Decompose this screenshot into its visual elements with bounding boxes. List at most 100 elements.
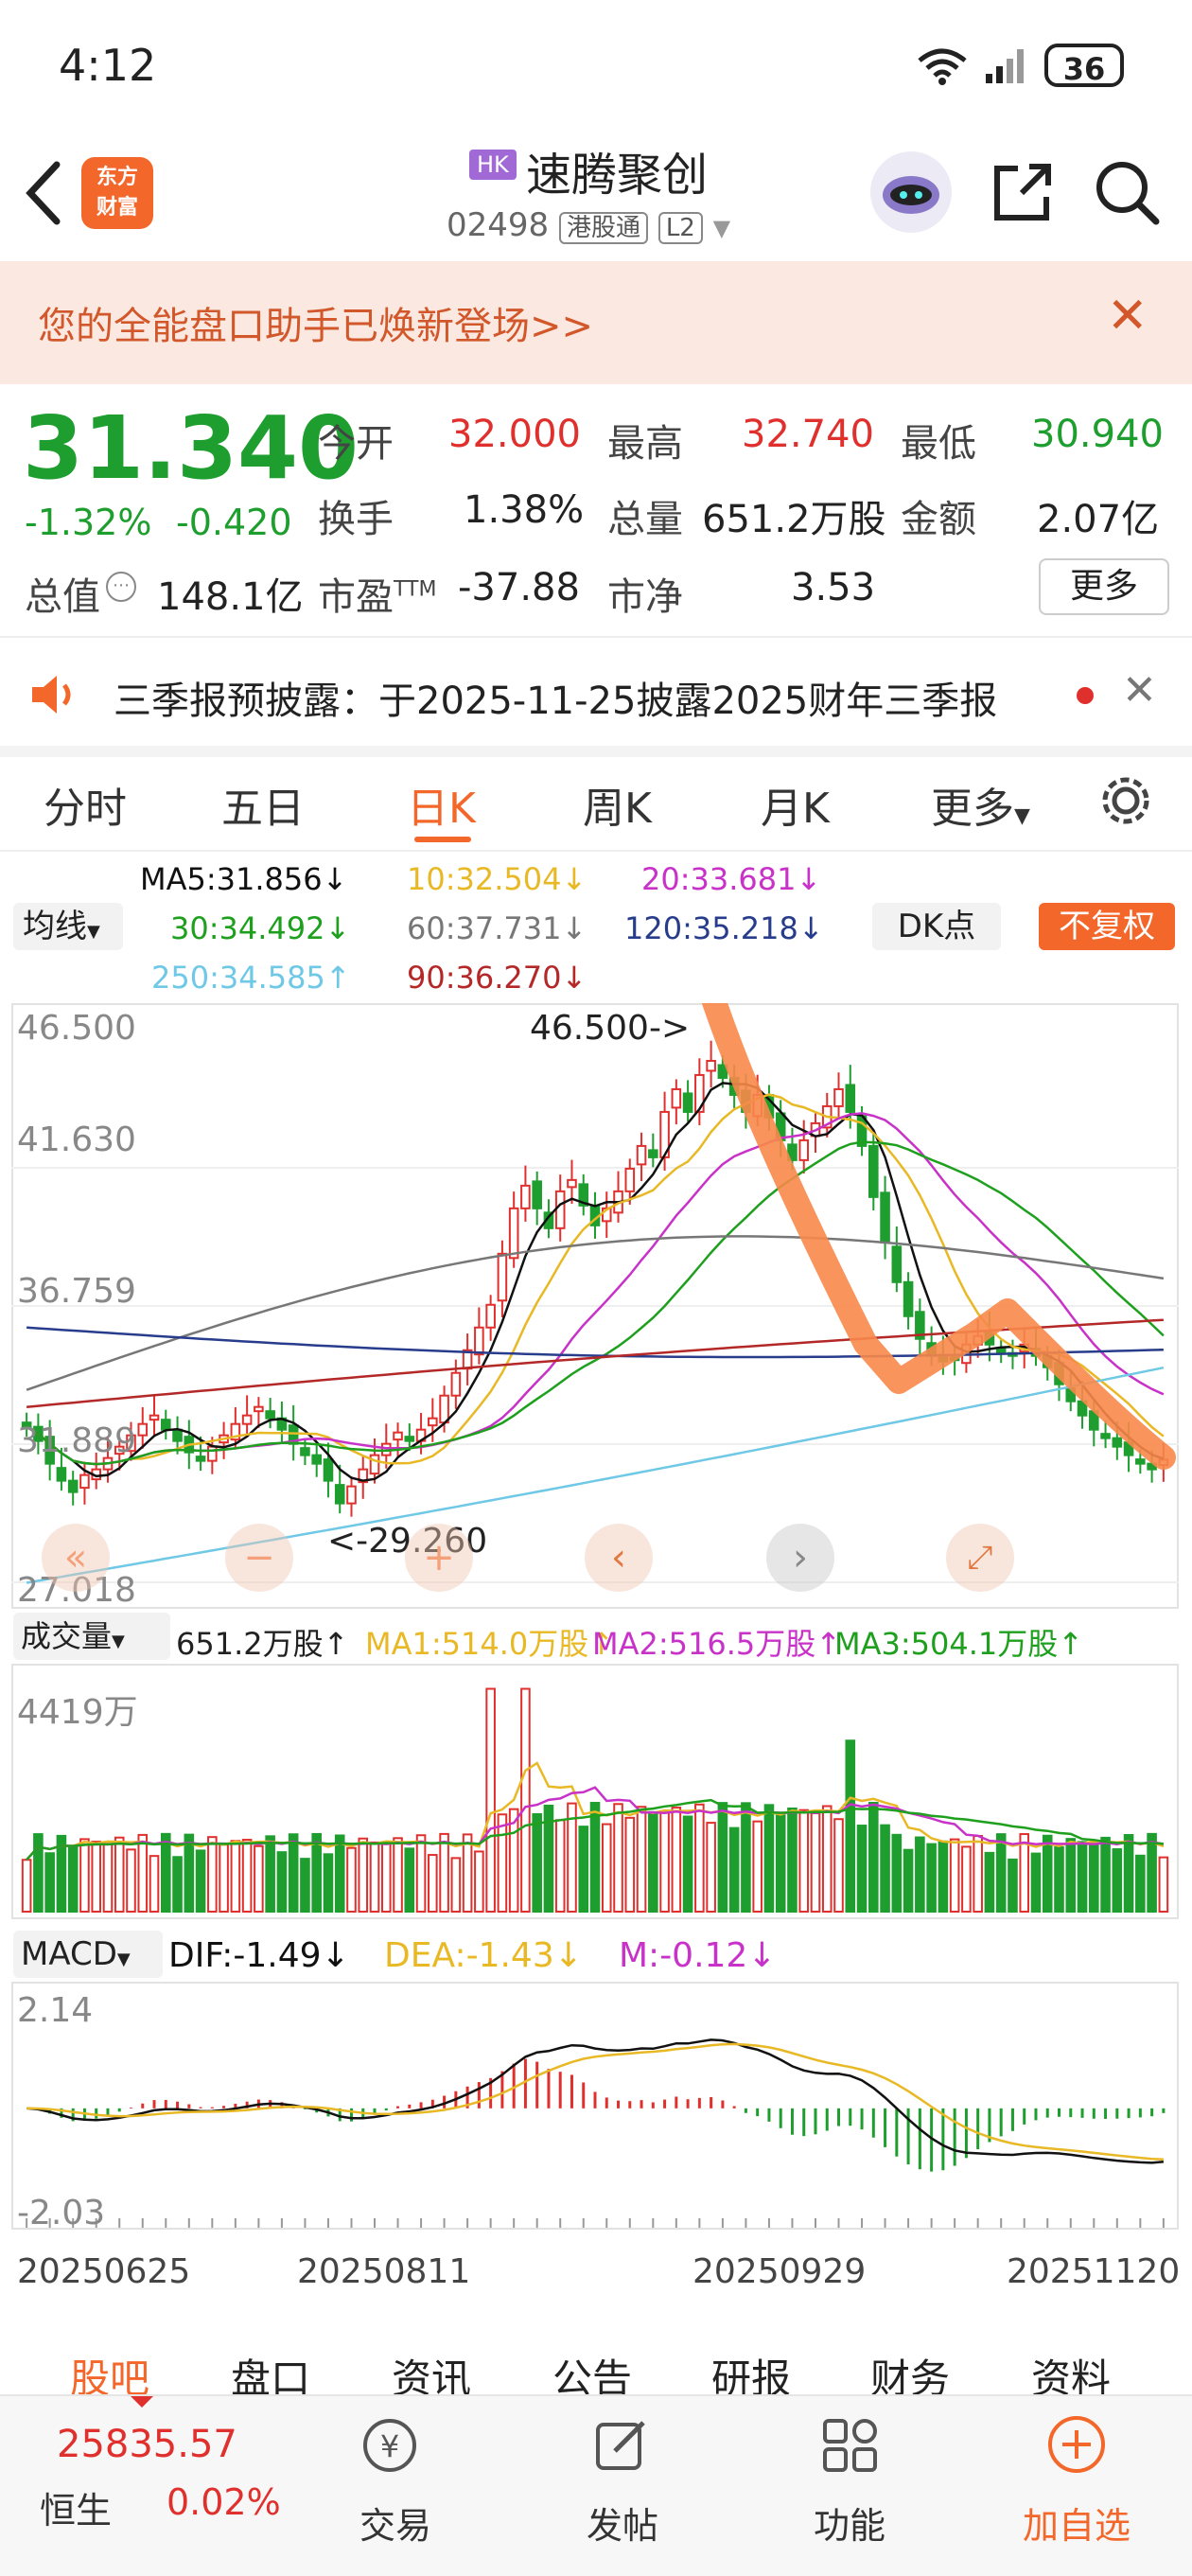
dea-legend: DEA:-1.43↓	[384, 1936, 583, 1975]
candle-body	[67, 1479, 79, 1493]
post-icon[interactable]	[590, 2415, 657, 2476]
volume-selector[interactable]: 成交量▼	[13, 1613, 170, 1660]
macd-svg[interactable]	[11, 1982, 1179, 2230]
volume-bar	[1008, 1858, 1018, 1913]
candle-body	[798, 1138, 810, 1161]
mcap-value: 148.1亿	[157, 575, 304, 619]
more-button[interactable]: 更多	[1039, 558, 1169, 615]
assistant-avatar[interactable]	[870, 151, 952, 233]
candle-body	[682, 1092, 693, 1113]
index-value[interactable]: 25835.57	[57, 2423, 237, 2466]
volume-bar	[728, 1826, 740, 1914]
volume-bar	[79, 1838, 90, 1913]
volume-bar	[358, 1837, 369, 1914]
volume-bar	[961, 1845, 972, 1913]
gear-icon[interactable]	[1097, 772, 1154, 829]
volume-bar	[1158, 1856, 1169, 1914]
scroll-right-icon[interactable]: ›	[766, 1524, 834, 1592]
sub-tab-bar: 股吧 盘口 资讯 公告 研报 财务 资料	[0, 2320, 1192, 2402]
share-icon[interactable]	[990, 159, 1056, 225]
promo-banner[interactable]: 您的全能盘口助手已焕新登场>> ✕	[0, 261, 1192, 384]
volume-bar	[33, 1833, 44, 1913]
last-price: 31.340	[23, 397, 359, 499]
ma5-legend: MA5:31.856↓	[140, 861, 348, 897]
volume-bar	[44, 1852, 55, 1914]
volume-label: 总量	[607, 498, 683, 541]
date-label: 20250625	[17, 2252, 191, 2291]
macd-chart[interactable]	[11, 1982, 1179, 2230]
fullscreen-icon[interactable]: ⤢	[946, 1524, 1014, 1592]
macd-selector[interactable]: MACD▼	[13, 1931, 163, 1978]
search-icon[interactable]	[1094, 159, 1162, 227]
candle-body	[474, 1326, 484, 1356]
post-label[interactable]: 发帖	[547, 2497, 698, 2549]
volume-bar	[195, 1849, 206, 1913]
info-icon[interactable]: ⋯	[106, 572, 136, 602]
candle-body	[323, 1458, 334, 1482]
add-watchlist-icon[interactable]	[1044, 2413, 1111, 2476]
low-label: 最低	[901, 422, 976, 466]
candle-body	[508, 1207, 519, 1260]
volume-bar	[532, 1812, 542, 1913]
tab-weekly-k[interactable]: 周K	[583, 774, 652, 835]
dk-point-button[interactable]: DK点	[872, 903, 1001, 950]
y-tick: 31.889	[17, 1421, 136, 1460]
volume-bar	[393, 1837, 403, 1913]
zoom-in-icon[interactable]: +	[405, 1524, 473, 1592]
candle-body	[241, 1414, 253, 1425]
kline-svg[interactable]	[11, 929, 1179, 1609]
volume-bar	[648, 1810, 658, 1913]
volume-bar	[601, 1823, 612, 1913]
notice-close-icon[interactable]: ✕	[1122, 666, 1157, 715]
back-arrow-icon[interactable]	[23, 159, 64, 227]
volume-bar	[903, 1848, 914, 1913]
m-legend: M:-0.12↓	[619, 1936, 777, 1975]
notice-text: 三季报预披露：于2025-11-25披露2025财年三季报	[114, 679, 998, 723]
y-tick: 41.630	[17, 1120, 136, 1159]
notice-bar[interactable]: 三季报预披露：于2025-11-25披露2025财年三季报 ✕	[0, 642, 1192, 748]
index-change[interactable]: 0.02%	[167, 2481, 281, 2523]
tab-intraday[interactable]: 分时	[44, 774, 127, 835]
candle-body	[137, 1422, 149, 1437]
volume-bar	[671, 1807, 682, 1914]
trade-label[interactable]: 交易	[320, 2497, 471, 2549]
volume-bar	[1147, 1832, 1157, 1914]
volume-bar	[1065, 1838, 1077, 1913]
tab-monthly-k[interactable]: 月K	[761, 774, 830, 835]
ma-selector[interactable]: 均线▼	[13, 903, 123, 950]
add-watchlist-label[interactable]: 加自选	[1001, 2497, 1152, 2549]
zoom-out-icon[interactable]: −	[225, 1524, 293, 1592]
tab-daily-k[interactable]: 日K	[407, 774, 476, 835]
tab-more[interactable]: 更多▼	[931, 774, 1030, 835]
volume-bar	[995, 1833, 1007, 1913]
stock-code-row[interactable]: 02498 港股通 L2 ▼	[447, 206, 730, 244]
volume-bar	[311, 1832, 322, 1914]
tab-five-day[interactable]: 五日	[221, 774, 305, 835]
volume-bar	[102, 1843, 114, 1913]
candle-body	[648, 1149, 658, 1158]
ma20-legend: 20:33.681↓	[641, 861, 822, 897]
volume-bar	[149, 1855, 160, 1913]
volume-svg[interactable]	[11, 1664, 1179, 1919]
kline-chart[interactable]	[11, 929, 1179, 1609]
volume-bar	[706, 1822, 716, 1913]
stock-name[interactable]: 速腾聚创	[526, 137, 708, 203]
candle-body	[254, 1405, 264, 1413]
scroll-left-icon[interactable]: ‹	[585, 1524, 653, 1592]
scroll-left-fast-icon[interactable]: «	[42, 1524, 110, 1592]
function-label[interactable]: 功能	[774, 2497, 925, 2549]
amount-label: 金额	[901, 498, 976, 541]
candle-body	[311, 1454, 322, 1465]
volume-bar	[91, 1841, 101, 1913]
volume-bar	[439, 1832, 449, 1914]
volume-bar	[346, 1846, 357, 1913]
volume-chart[interactable]	[11, 1664, 1179, 1919]
trade-icon[interactable]: ¥	[358, 2415, 424, 2476]
volume-bar	[763, 1804, 775, 1913]
function-icon[interactable]	[817, 2415, 884, 2476]
volume-bar	[891, 1833, 903, 1913]
banner-close-icon[interactable]: ✕	[1107, 288, 1148, 344]
adjust-button[interactable]: 不复权	[1039, 903, 1175, 950]
index-name[interactable]: 恒生	[40, 2481, 112, 2533]
volume-tick: 4419万	[17, 1693, 138, 1732]
